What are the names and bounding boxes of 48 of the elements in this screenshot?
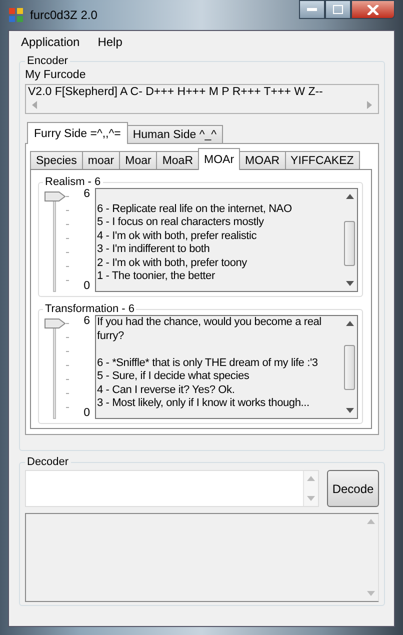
answer-box[interactable] xyxy=(95,315,358,419)
slider-thumb[interactable] xyxy=(44,191,66,202)
answer-option: 2 - I'm ok with both, prefer toony xyxy=(97,256,341,270)
answer-option: 6 - Replicate real life on the internet, NAO xyxy=(97,202,341,216)
field-label: My Furcode xyxy=(25,69,87,81)
tab[interactable]: MoaR xyxy=(156,151,200,169)
tab[interactable]: Moar xyxy=(119,151,158,169)
scroll-down-icon[interactable] xyxy=(346,281,354,286)
tab[interactable]: MOAR xyxy=(239,151,286,169)
window-title: furc0d3Z 2.0 xyxy=(30,8,98,22)
scroll-down-icon[interactable] xyxy=(346,408,354,413)
answer-option: 3 - I'm indifferent to both xyxy=(97,243,341,256)
minimize-icon xyxy=(307,8,317,12)
scroll-up-icon[interactable] xyxy=(346,321,354,326)
maximize-icon xyxy=(333,5,343,14)
minimize-button[interactable] xyxy=(299,0,325,19)
decode-button[interactable]: Decode xyxy=(327,470,379,507)
scroll-up-icon[interactable] xyxy=(346,194,354,199)
app-icon xyxy=(8,7,24,23)
group-title: Transformation - 6 xyxy=(44,303,136,315)
tab[interactable]: Furry Side =^,,^= xyxy=(27,122,128,144)
slider-thumb[interactable] xyxy=(44,318,66,329)
close-button[interactable] xyxy=(351,0,395,19)
answer-option: 6 - *Sniffle* that is only THE dream of my life :'3 xyxy=(97,356,341,370)
group-title: Decoder xyxy=(26,456,70,468)
answer-option: 5 - I focus on real characters mostly xyxy=(97,216,341,230)
tab[interactable]: moar xyxy=(82,151,120,169)
answer-option: 5 - Sure, if I decide what species xyxy=(97,370,341,384)
question-text: If you had the chance, would you become a real furry? xyxy=(97,316,322,343)
tab[interactable]: MOAr xyxy=(198,148,240,170)
tab[interactable]: YIFFCAKEZ xyxy=(284,151,360,169)
maximize-button[interactable] xyxy=(325,0,351,19)
close-icon xyxy=(367,4,379,14)
group-title: Encoder xyxy=(26,55,69,67)
min-value: 0 xyxy=(84,280,90,292)
group-title: Realism - 6 xyxy=(44,176,102,188)
answer-option: 4 - I'm ok with both, prefer realistic xyxy=(97,230,341,243)
menu-item[interactable]: Help xyxy=(98,35,122,49)
answer-option: 1 - The toonier, the better xyxy=(97,270,341,284)
max-value: 6 xyxy=(84,315,90,327)
tab[interactable]: Species xyxy=(30,151,83,169)
answer-option: 3 - Most likely, only if I know it works though... xyxy=(97,397,341,410)
answer-box[interactable] xyxy=(95,188,358,292)
tab[interactable]: Human Side ^_^ xyxy=(126,125,223,143)
max-value: 6 xyxy=(84,188,90,200)
min-value: 0 xyxy=(84,407,90,419)
answer-option: 4 - Can I reverse it? Yes? Ok. xyxy=(97,384,341,397)
menu-item[interactable]: Application xyxy=(21,35,80,49)
